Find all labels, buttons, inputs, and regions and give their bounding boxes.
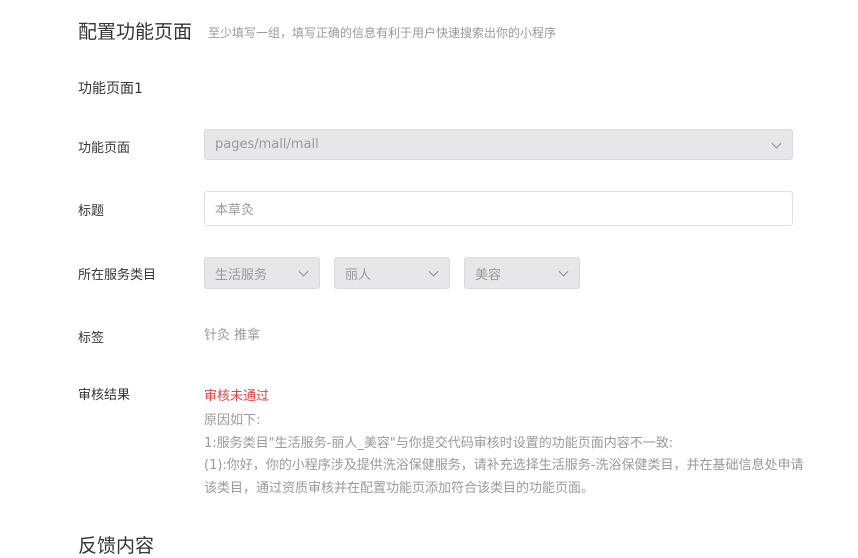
reason-line: (1):你好，你的小程序涉及提供洗浴保健服务，请补充选择生活服务-洗浴保健类目，… [204, 458, 804, 496]
title-input-value: 本草灸 [215, 203, 255, 218]
reason-line: 1:服务类目"生活服务-丽人_美容"与你提交代码审核时设置的功能页面内容不一致: [204, 435, 674, 451]
title-label: 标题 [78, 204, 105, 219]
chevron-down-icon [428, 266, 439, 277]
tags-label: 标签 [78, 331, 105, 346]
category-select-1-value: 生活服务 [215, 267, 268, 283]
tags-value: 针灸 推拿 [204, 328, 261, 343]
category-select-3[interactable]: 美容 [464, 257, 580, 289]
title-input[interactable]: 本草灸 [204, 191, 793, 226]
chevron-down-icon [771, 138, 782, 149]
section-title: 配置功能页面 [78, 21, 193, 43]
category-select-1[interactable]: 生活服务 [204, 257, 320, 289]
group-title: 功能页面1 [78, 81, 143, 97]
page-select[interactable]: pages/mall/mall [204, 129, 793, 160]
review-reason: 原因如下: 1:服务类目"生活服务-丽人_美容"与你提交代码审核时设置的功能页面… [204, 410, 804, 500]
category-select-2[interactable]: 丽人 [334, 257, 450, 289]
next-section-title: 反馈内容 [78, 535, 155, 557]
review-label: 审核结果 [78, 388, 131, 403]
section-hint: 至少填写一组，填写正确的信息有利于用户快速搜索出你的小程序 [208, 26, 557, 40]
chevron-down-icon [298, 266, 309, 277]
review-status: 审核未通过 [204, 389, 270, 404]
chevron-down-icon [558, 266, 569, 277]
category-select-3-value: 美容 [475, 267, 502, 283]
reason-line: 原因如下: [204, 413, 261, 428]
category-select-2-value: 丽人 [345, 267, 372, 283]
page-select-value: pages/mall/mall [215, 137, 319, 152]
page-label: 功能页面 [78, 141, 131, 156]
category-label: 所在服务类目 [78, 268, 157, 283]
